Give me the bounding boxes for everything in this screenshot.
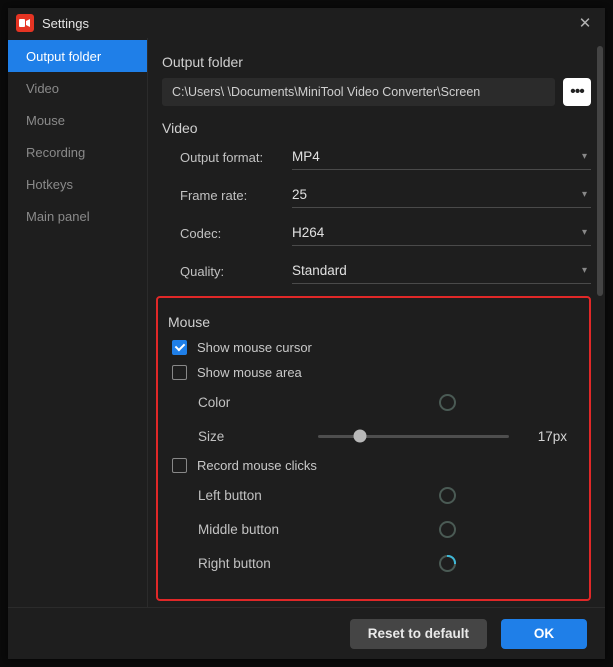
show-cursor-label: Show mouse cursor	[197, 340, 312, 355]
framerate-select[interactable]: 25 ▾	[292, 182, 591, 208]
sidebar-item-output-folder[interactable]: Output folder	[8, 40, 147, 72]
settings-window: Settings ✕ Output folder Video Mouse Rec…	[8, 8, 605, 659]
output-path-row: C:\Users\ \Documents\MiniTool Video Conv…	[162, 78, 591, 106]
footer: Reset to default OK	[8, 607, 605, 659]
titlebar: Settings ✕	[8, 8, 605, 38]
slider-thumb[interactable]	[354, 430, 367, 443]
ring-icon	[439, 555, 456, 572]
sidebar-item-video[interactable]: Video	[8, 72, 147, 104]
output-format-label: Output format:	[180, 150, 292, 165]
codec-label: Codec:	[180, 226, 292, 241]
section-video: Video	[162, 120, 591, 136]
codec-select[interactable]: H264 ▾	[292, 220, 591, 246]
sidebar-item-recording[interactable]: Recording	[8, 136, 147, 168]
sidebar-item-main-panel[interactable]: Main panel	[8, 200, 147, 232]
reset-button[interactable]: Reset to default	[350, 619, 487, 649]
ring-icon	[439, 487, 456, 504]
output-format-select[interactable]: MP4 ▾	[292, 144, 591, 170]
show-area-checkbox-row[interactable]: Show mouse area	[172, 365, 577, 380]
left-button-label: Left button	[198, 488, 318, 503]
mouse-section-highlight: Mouse Show mouse cursor Show mouse area …	[156, 296, 591, 601]
show-cursor-checkbox[interactable]	[172, 340, 187, 355]
sidebar-item-hotkeys[interactable]: Hotkeys	[8, 168, 147, 200]
show-cursor-checkbox-row[interactable]: Show mouse cursor	[172, 340, 577, 355]
ring-icon	[439, 521, 456, 538]
close-button[interactable]: ✕	[571, 12, 599, 34]
ring-icon	[439, 394, 456, 411]
sidebar-item-mouse[interactable]: Mouse	[8, 104, 147, 136]
show-area-label: Show mouse area	[197, 365, 302, 380]
chevron-down-icon: ▾	[582, 227, 587, 238]
body: Output folder Video Mouse Recording Hotk…	[8, 38, 605, 607]
record-clicks-checkbox[interactable]	[172, 458, 187, 473]
left-button-color[interactable]	[438, 485, 458, 505]
browse-button[interactable]: •••	[563, 78, 591, 106]
app-icon	[16, 14, 34, 32]
chevron-down-icon: ▾	[582, 151, 587, 162]
record-clicks-checkbox-row[interactable]: Record mouse clicks	[172, 458, 577, 473]
window-title: Settings	[42, 16, 571, 31]
close-icon: ✕	[579, 14, 592, 32]
content-pane: Output folder C:\Users\ \Documents\MiniT…	[148, 38, 605, 607]
section-output: Output folder	[162, 54, 591, 70]
chevron-down-icon: ▾	[582, 189, 587, 200]
output-path-field[interactable]: C:\Users\ \Documents\MiniTool Video Conv…	[162, 78, 555, 106]
section-mouse: Mouse	[168, 314, 577, 330]
record-clicks-label: Record mouse clicks	[197, 458, 317, 473]
size-slider[interactable]	[318, 435, 509, 438]
quality-label: Quality:	[180, 264, 292, 279]
middle-button-label: Middle button	[198, 522, 318, 537]
ok-button[interactable]: OK	[501, 619, 587, 649]
framerate-label: Frame rate:	[180, 188, 292, 203]
right-button-label: Right button	[198, 556, 318, 571]
show-area-checkbox[interactable]	[172, 365, 187, 380]
area-color-picker[interactable]	[438, 392, 458, 412]
color-label: Color	[198, 395, 318, 410]
sidebar: Output folder Video Mouse Recording Hotk…	[8, 38, 148, 607]
size-value: 17px	[527, 429, 567, 444]
ellipsis-icon: •••	[570, 83, 584, 101]
middle-button-color[interactable]	[438, 519, 458, 539]
quality-select[interactable]: Standard ▾	[292, 258, 591, 284]
right-button-color[interactable]	[438, 553, 458, 573]
scrollbar[interactable]	[597, 46, 603, 296]
chevron-down-icon: ▾	[582, 265, 587, 276]
size-label: Size	[198, 429, 318, 444]
